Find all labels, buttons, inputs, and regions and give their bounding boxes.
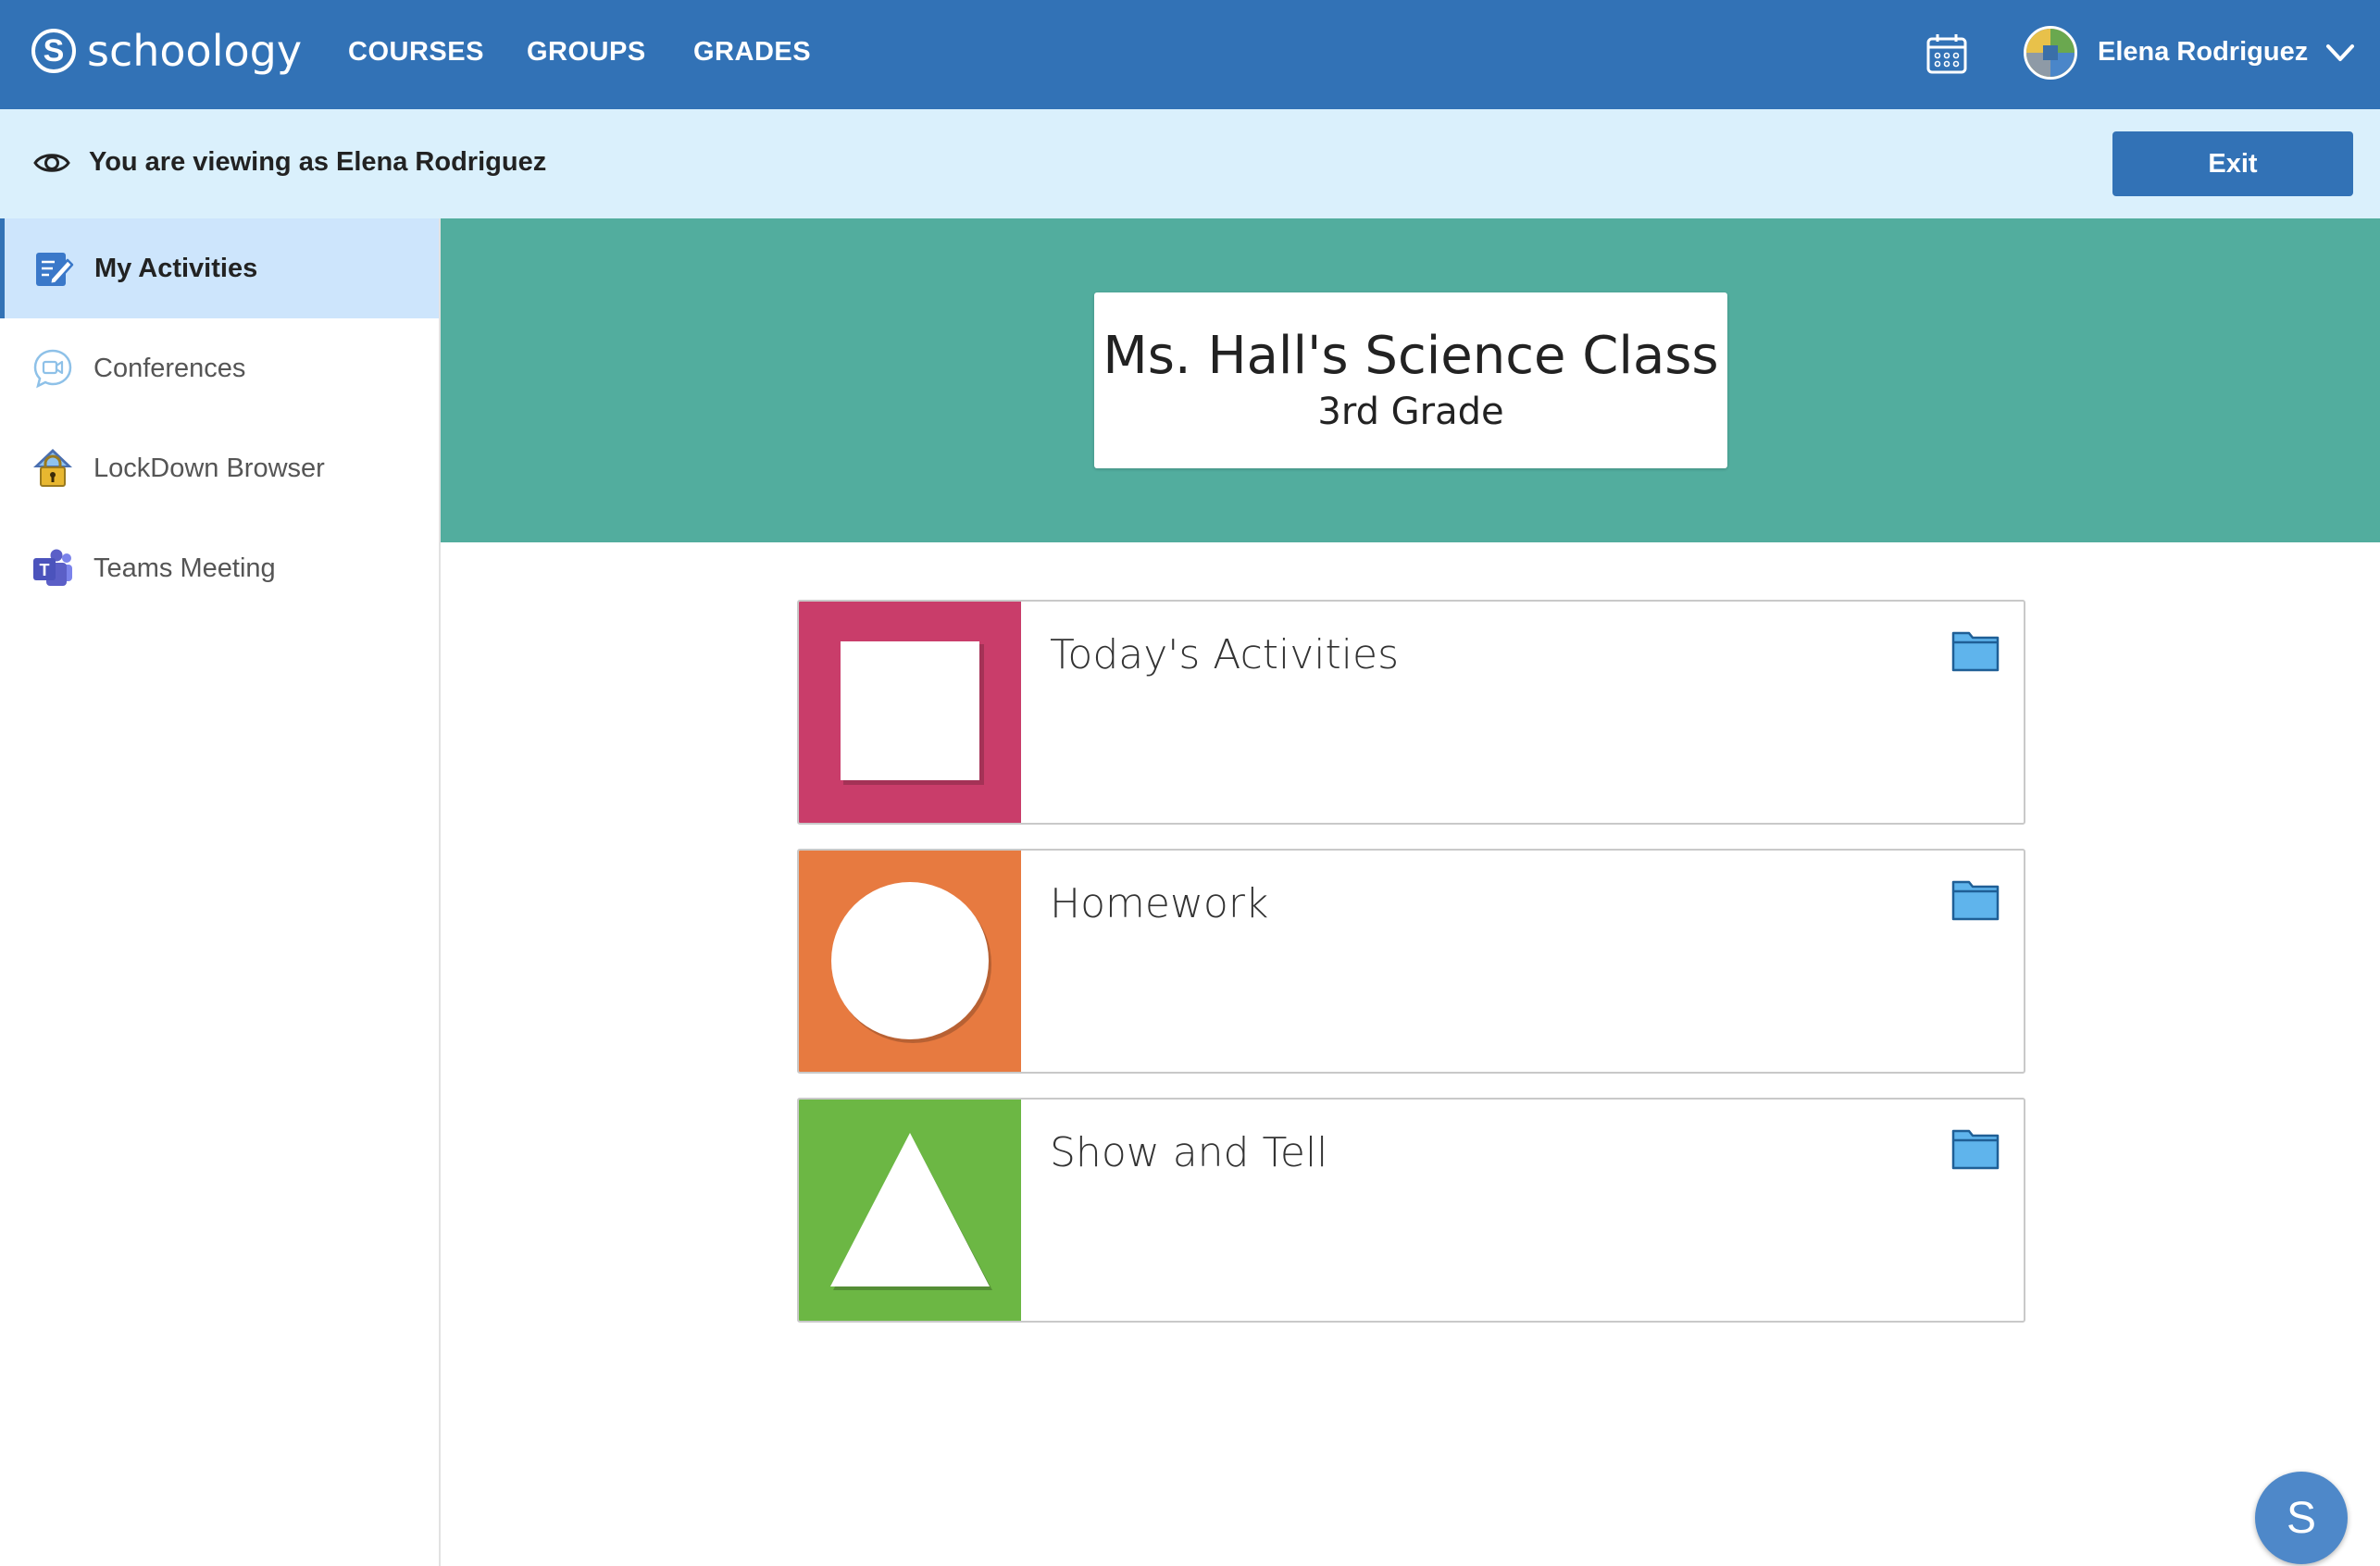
triangle-shape-thumbnail [799,1100,1021,1321]
avatar-image [2026,29,2075,77]
exit-button[interactable]: Exit [2112,131,2353,196]
sidebar-item-label: LockDown Browser [93,453,325,483]
folder-title: Homework [1050,880,1269,927]
folder-title: Today's Activities [1050,631,1399,678]
circle-shape-thumbnail [799,851,1021,1072]
user-name[interactable]: Elena Rodriguez [2098,37,2308,68]
sidebar: My Activities Conferences LockDown Brows… [0,218,441,1566]
help-chat-button[interactable]: S [2255,1472,2348,1564]
course-title: Ms. Hall's Science Class [1103,326,1719,386]
svg-text:T: T [40,561,50,579]
folder-card-homework[interactable]: Homework [797,849,2025,1074]
folder-card-todays-activities[interactable]: Today's Activities [797,600,2025,825]
schoology-logo[interactable]: S schoology [31,26,302,76]
course-subtitle: 3rd Grade [1317,391,1504,433]
sidebar-item-teams-meeting[interactable]: T Teams Meeting [0,518,439,618]
nav-groups[interactable]: GROUPS [527,37,646,68]
activities-icon [36,253,74,286]
sidebar-item-lockdown-browser[interactable]: LockDown Browser [0,418,439,518]
square-shape-thumbnail [799,602,1021,823]
conferences-icon [33,349,72,389]
sidebar-item-label: Teams Meeting [93,553,276,583]
lockdown-browser-icon [33,449,72,487]
sidebar-item-label: Conferences [93,353,246,383]
calendar-icon[interactable] [1925,32,1968,75]
logo-text: schoology [87,26,303,76]
viewing-as-text: You are viewing as Elena Rodriguez [89,147,547,177]
folder-icon [1951,1129,2000,1170]
nav-courses[interactable]: COURSES [348,37,484,68]
folder-icon [1951,631,2000,672]
avatar[interactable] [2024,26,2077,80]
folder-title: Show and Tell [1050,1129,1328,1176]
sidebar-item-my-activities[interactable]: My Activities [0,218,439,318]
nav-grades[interactable]: GRADES [693,37,811,68]
top-navigation-bar: S schoology COURSES GROUPS GRADES Elena … [0,0,2380,109]
sidebar-item-label: My Activities [94,253,258,283]
eye-icon [33,154,70,172]
folder-icon [1951,880,2000,921]
folder-card-show-and-tell[interactable]: Show and Tell [797,1098,2025,1323]
logo-mark: S [31,29,76,73]
course-title-card: Ms. Hall's Science Class 3rd Grade [1094,292,1727,468]
sidebar-item-conferences[interactable]: Conferences [0,318,439,418]
chevron-down-icon[interactable] [2324,39,2357,67]
teams-icon: T [33,549,72,586]
